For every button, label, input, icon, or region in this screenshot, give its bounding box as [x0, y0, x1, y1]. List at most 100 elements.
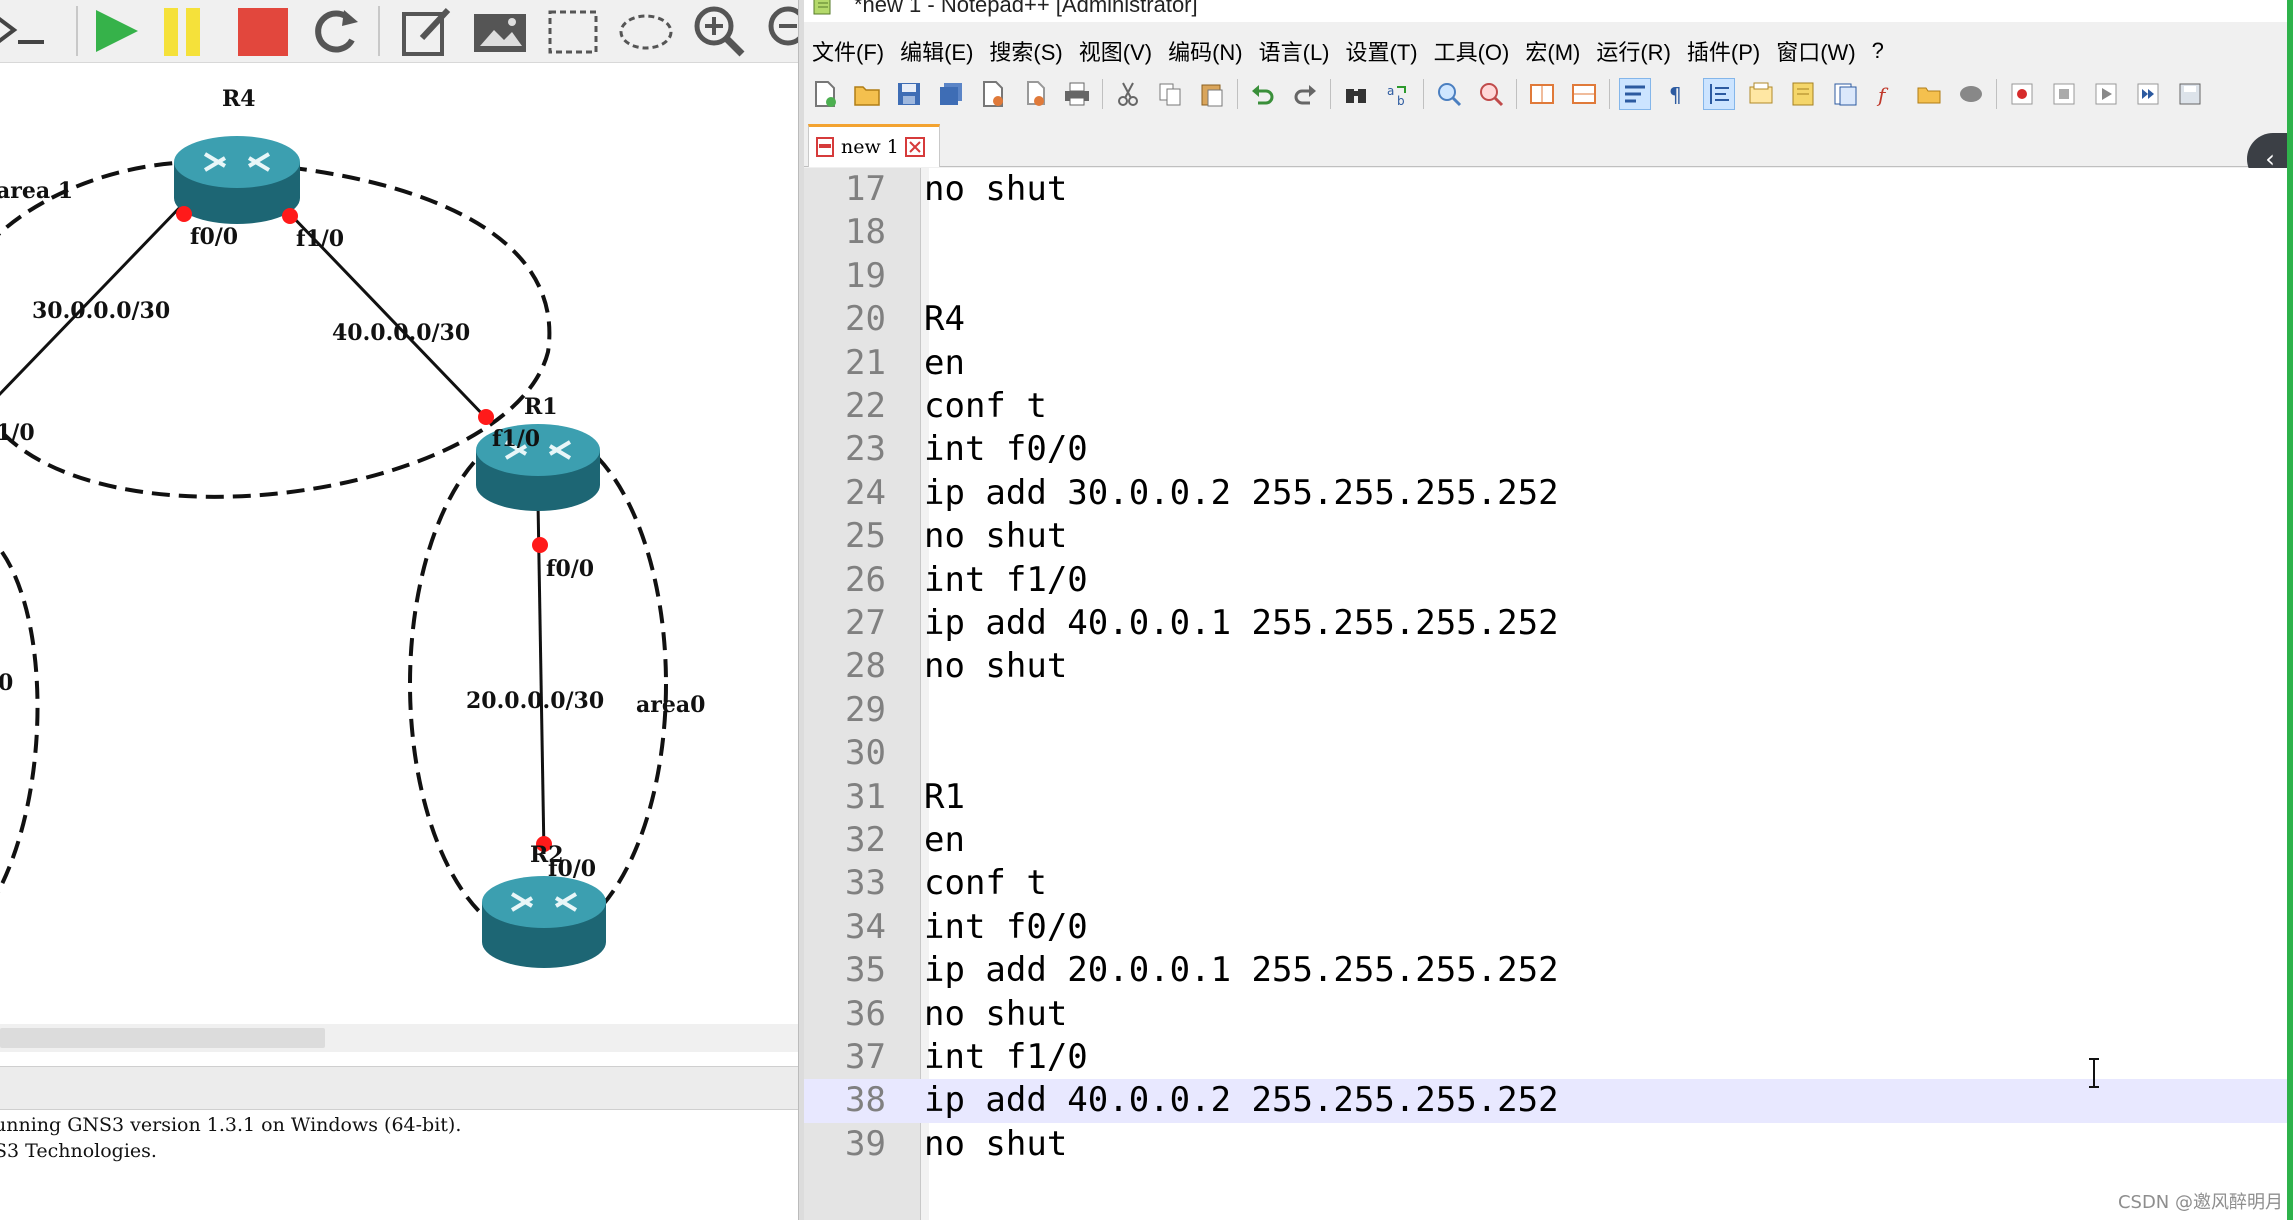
zoom-out-icon[interactable] [766, 4, 798, 58]
line-text[interactable]: no shut [924, 516, 1067, 556]
topology-canvas[interactable]: R4 R1 R2 area 1 area0 f0/0 f1/0 1/0 f1/0… [0, 62, 798, 1024]
code-line[interactable]: 25 no shut [804, 515, 2293, 558]
monitoring-icon[interactable] [1956, 79, 1986, 109]
line-text[interactable]: ip add 40.0.0.1 255.255.255.252 [924, 603, 1559, 643]
code-line[interactable]: 35 ip add 20.0.0.1 255.255.255.252 [804, 949, 2293, 992]
folder-workspace-icon[interactable] [1914, 79, 1944, 109]
picture-icon[interactable] [472, 4, 528, 58]
current-code-line[interactable]: 38 ip add 40.0.0.2 255.255.255.252 [804, 1079, 2293, 1123]
save-macro-icon[interactable] [2175, 79, 2205, 109]
code-line[interactable]: 24 ip add 30.0.0.2 255.255.255.252 [804, 472, 2293, 515]
cut-icon[interactable] [1113, 79, 1143, 109]
code-line[interactable]: 28 no shut [804, 645, 2293, 688]
play-macro-icon[interactable] [2091, 79, 2121, 109]
code-line[interactable]: 26 int f1/0 [804, 559, 2293, 602]
close-file-icon[interactable] [978, 79, 1008, 109]
stop-macro-icon[interactable] [2049, 79, 2079, 109]
code-line[interactable]: 18 [804, 211, 2293, 254]
scrollbar-thumb[interactable] [0, 1028, 325, 1048]
run-macro-multiple-icon[interactable] [2133, 79, 2163, 109]
line-text[interactable]: no shut [924, 646, 1067, 686]
zoom-in-icon[interactable] [1434, 79, 1464, 109]
console-icon[interactable] [0, 4, 50, 58]
menu-macro[interactable]: 宏(M) [1519, 35, 1590, 67]
undo-icon[interactable] [1248, 79, 1278, 109]
line-text[interactable]: en [924, 343, 965, 383]
menu-search[interactable]: 搜索(S) [983, 35, 1072, 67]
sync-horizontal-icon[interactable] [1569, 79, 1599, 109]
code-line[interactable]: 29 [804, 689, 2293, 732]
line-text[interactable]: no shut [924, 169, 1067, 209]
doc-list-icon[interactable] [1830, 79, 1860, 109]
zoom-out-icon[interactable] [1476, 79, 1506, 109]
code-line[interactable]: 32 en [804, 819, 2293, 862]
redo-icon[interactable] [1290, 79, 1320, 109]
menu-window[interactable]: 窗口(W) [1770, 35, 1865, 67]
print-icon[interactable] [1062, 79, 1092, 109]
note-icon[interactable] [400, 4, 456, 58]
line-text[interactable]: conf t [924, 386, 1047, 426]
code-line[interactable]: 34 int f0/0 [804, 906, 2293, 949]
code-line[interactable]: 31 R1 [804, 776, 2293, 819]
menu-language[interactable]: 语言(L) [1253, 35, 1340, 67]
code-line[interactable]: 17 no shut [804, 168, 2293, 211]
menu-encoding[interactable]: 编码(N) [1162, 35, 1253, 67]
code-line[interactable]: 27 ip add 40.0.0.1 255.255.255.252 [804, 602, 2293, 645]
code-line[interactable]: 22 conf t [804, 385, 2293, 428]
save-all-icon[interactable] [936, 79, 966, 109]
line-text[interactable]: int f1/0 [924, 1037, 1088, 1077]
line-text[interactable]: ip add 40.0.0.2 255.255.255.252 [924, 1080, 1559, 1120]
sync-vertical-icon[interactable] [1527, 79, 1557, 109]
user-language-icon[interactable] [1746, 79, 1776, 109]
line-text[interactable]: en [924, 820, 965, 860]
tab-new-1[interactable]: new 1 [808, 124, 940, 167]
line-text[interactable]: R1 [924, 777, 965, 817]
record-macro-icon[interactable] [2007, 79, 2037, 109]
open-file-icon[interactable] [852, 79, 882, 109]
line-text[interactable]: no shut [924, 994, 1067, 1034]
menu-plugins[interactable]: 插件(P) [1681, 35, 1770, 67]
stop-icon[interactable] [236, 4, 292, 58]
word-wrap-icon[interactable] [1619, 78, 1651, 110]
code-editor[interactable]: 17 no shut 18 19 20 R4 21 en 22 conf t 23 int f0/0 2… [804, 168, 2293, 1220]
line-text[interactable]: int f0/0 [924, 429, 1088, 469]
line-text[interactable]: int f1/0 [924, 560, 1088, 600]
router-r4[interactable] [174, 136, 300, 224]
close-all-icon[interactable] [1020, 79, 1050, 109]
menu-help[interactable]: ? [1866, 38, 1894, 64]
line-text[interactable]: ip add 20.0.0.1 255.255.255.252 [924, 950, 1559, 990]
paste-icon[interactable] [1197, 79, 1227, 109]
save-icon[interactable] [894, 79, 924, 109]
reload-icon[interactable] [306, 4, 362, 58]
pause-icon[interactable] [160, 4, 216, 58]
play-icon[interactable] [90, 4, 146, 58]
menu-settings[interactable]: 设置(T) [1340, 35, 1428, 67]
menu-tools[interactable]: 工具(O) [1428, 35, 1520, 67]
code-line[interactable]: 19 [804, 255, 2293, 298]
doc-map-icon[interactable] [1788, 79, 1818, 109]
code-line[interactable]: 20 R4 [804, 298, 2293, 341]
code-line[interactable]: 23 int f0/0 [804, 428, 2293, 471]
new-file-icon[interactable] [810, 79, 840, 109]
line-text[interactable]: int f0/0 [924, 907, 1088, 947]
zoom-in-icon[interactable] [692, 4, 748, 58]
copy-icon[interactable] [1155, 79, 1185, 109]
line-text[interactable]: no shut [924, 1124, 1067, 1164]
code-line[interactable]: 30 [804, 732, 2293, 775]
code-line[interactable]: 39 no shut [804, 1123, 2293, 1166]
show-all-chars-icon[interactable]: ¶ [1662, 79, 1692, 109]
line-text[interactable]: ip add 30.0.0.2 255.255.255.252 [924, 473, 1559, 513]
code-line[interactable]: 21 en [804, 342, 2293, 385]
router-r2[interactable] [482, 876, 606, 968]
menu-run[interactable]: 运行(R) [1590, 35, 1681, 67]
ellipse-icon[interactable] [618, 4, 674, 58]
line-text[interactable]: R4 [924, 299, 965, 339]
rectangle-icon[interactable] [546, 4, 602, 58]
find-icon[interactable] [1341, 79, 1371, 109]
line-text[interactable]: conf t [924, 863, 1047, 903]
menu-view[interactable]: 视图(V) [1073, 35, 1162, 67]
menu-file[interactable]: 文件(F) [804, 35, 894, 67]
code-line[interactable]: 36 no shut [804, 993, 2293, 1036]
code-line[interactable]: 37 int f1/0 [804, 1036, 2293, 1079]
replace-icon[interactable]: ab [1383, 79, 1413, 109]
